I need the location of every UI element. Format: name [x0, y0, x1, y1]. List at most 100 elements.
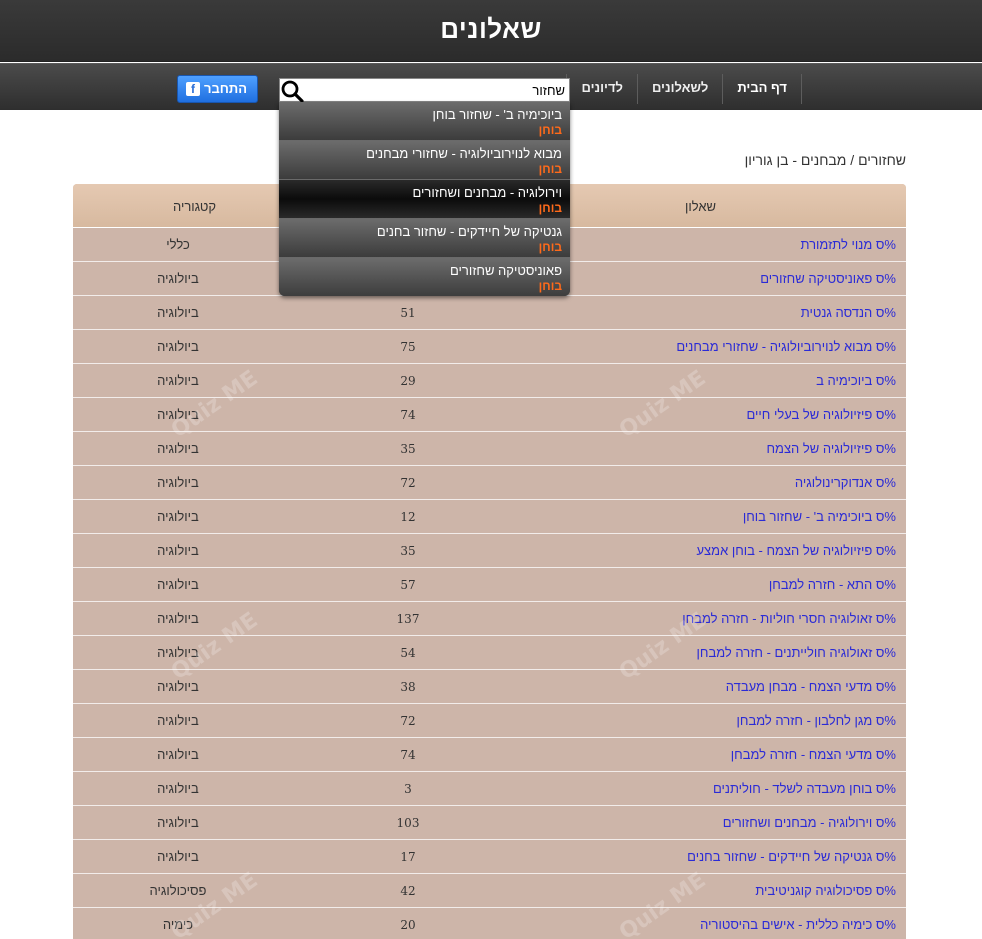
quiz-prefix: %ס: [875, 849, 896, 864]
quiz-title: ביוכימיה ב: [816, 373, 873, 388]
quiz-link[interactable]: %ס אנדוקרינולוגיה: [795, 475, 896, 490]
quiz-link[interactable]: %ס פיזיולוגיה של בעלי חיים: [746, 407, 896, 422]
site-title: שאלונים: [440, 14, 542, 44]
category: ביולוגיה: [157, 373, 199, 388]
quiz-prefix: %ס: [875, 815, 896, 830]
quiz-prefix: %ס: [875, 305, 896, 320]
nav-item-quizzes[interactable]: לשאלונים: [636, 74, 722, 104]
quiz-link[interactable]: %ס מבוא לנוירוביולוגיה - שחזורי מבחנים: [676, 339, 896, 354]
quiz-title: אנדוקרינולוגיה: [794, 475, 873, 490]
suggestion-title: ביוכימיה ב' - שחזור בוחן: [432, 107, 562, 122]
search-input[interactable]: [315, 81, 565, 99]
suggestion-title: מבוא לנוירוביולוגיה - שחזורי מבחנים: [366, 146, 562, 161]
quiz-prefix: %ס: [875, 407, 896, 422]
question-count: 57: [400, 578, 416, 592]
quiz-link[interactable]: %ס זאולוגיה חסרי חוליות - חזרה למבחן: [682, 611, 896, 626]
category: ביולוגיה: [157, 577, 199, 592]
question-count: 74: [400, 748, 416, 762]
table-row: %ס פיזיולוגיה של בעלי חיים 74 ביולוגיה: [73, 398, 906, 432]
table-row: %ס זאולוגיה חולייתנים - חזרה למבחן 54 ביול…: [73, 636, 906, 670]
quiz-link[interactable]: %ס פסיכולוגיה קוגניטיבית: [755, 883, 896, 898]
question-count: 51: [400, 306, 416, 320]
header-quiz: שאלון: [684, 199, 716, 214]
quiz-title: פאוניסטיקה שחזורים: [760, 271, 873, 286]
quiz-title: בוחן מעבדה לשלד - חוליתנים: [712, 781, 873, 796]
quiz-title: הנדסה גנטית: [800, 305, 873, 320]
category: ביולוגיה: [157, 339, 199, 354]
suggestion-type: בוחן: [538, 162, 562, 176]
category: כימיה: [162, 917, 194, 932]
category: ביולוגיה: [157, 305, 199, 320]
quiz-prefix: %ס: [875, 577, 896, 592]
quiz-link[interactable]: %ס התא - חזרה למבחן: [769, 577, 896, 592]
category: ביולוגיה: [157, 849, 199, 864]
quiz-link[interactable]: %ס מנוי לתזמורת: [801, 237, 896, 252]
quiz-link[interactable]: %ס פאוניסטיקה שחזורים: [760, 271, 896, 286]
category: ביולוגיה: [157, 781, 199, 796]
quiz-title: מדעי הצמח - מבחן מעבדה: [725, 679, 873, 694]
question-count: 72: [400, 714, 416, 728]
quiz-prefix: %ס: [875, 781, 896, 796]
header-category: קטגוריה: [173, 199, 217, 214]
quiz-link[interactable]: %ס הנדסה גנטית: [801, 305, 896, 320]
quiz-link[interactable]: %ס מגן לחלבון - חזרה למבחן: [737, 713, 896, 728]
quiz-link[interactable]: %ס וירולוגיה - מבחנים ושחזורים: [723, 815, 896, 830]
question-count: 20: [400, 918, 416, 932]
table-row: %ס גנטיקה של חיידקים - שחזור בחנים 17 ביול…: [73, 840, 906, 874]
table-row: %ס וירולוגיה - מבחנים ושחזורים 103 ביולוגי…: [73, 806, 906, 840]
question-count: 17: [400, 850, 416, 864]
quiz-link[interactable]: %ס פיזיולוגיה של הצמח - בוחן אמצע: [696, 543, 896, 558]
quiz-table: שאלון קטגוריה %ס מנוי לתזמורת כללי %ס פאונ…: [73, 184, 906, 939]
quiz-link[interactable]: %ס ביוכימיה ב' - שחזור בוחן: [743, 509, 896, 524]
question-count: 75: [400, 340, 416, 354]
table-row: %ס מגן לחלבון - חזרה למבחן 72 ביולוגיה: [73, 704, 906, 738]
category: כללי: [166, 237, 190, 252]
quiz-link[interactable]: %ס פיזיולוגיה של הצמח: [766, 441, 896, 456]
quiz-prefix: %ס: [875, 475, 896, 490]
category: ביולוגיה: [157, 475, 199, 490]
quiz-link[interactable]: %ס מדעי הצמח - חזרה למבחן: [731, 747, 896, 762]
quiz-title: כימיה כללית - אישים בהיסטוריה: [700, 917, 873, 932]
nav-item-home[interactable]: דף הבית: [722, 74, 802, 104]
quiz-link[interactable]: %ס מדעי הצמח - מבחן מעבדה: [726, 679, 896, 694]
quiz-link[interactable]: %ס כימיה כללית - אישים בהיסטוריה: [700, 917, 896, 932]
quiz-prefix: %ס: [875, 713, 896, 728]
table-row: %ס הנדסה גנטית 51 ביולוגיה: [73, 296, 906, 330]
suggestion-item[interactable]: פאוניסטיקה שחזורים בוחן: [279, 258, 570, 296]
quiz-prefix: %ס: [875, 645, 896, 660]
quiz-title: פסיכולוגיה קוגניטיבית: [755, 883, 873, 898]
suggestion-item[interactable]: גנטיקה של חיידקים - שחזור בחנים בוחן: [279, 219, 570, 258]
login-label: התחבר: [203, 81, 247, 96]
facebook-icon: f: [186, 82, 200, 96]
question-count: 35: [400, 544, 416, 558]
suggestion-item[interactable]: מבוא לנוירוביולוגיה - שחזורי מבחנים בוחן: [279, 141, 570, 180]
table-rows: %ס מנוי לתזמורת כללי %ס פאוניסטיקה שחזורים…: [73, 228, 906, 939]
nav-item-discussions[interactable]: לדיונים: [566, 74, 636, 104]
question-count: 72: [400, 476, 416, 490]
table-row: %ס פיזיולוגיה של הצמח 35 ביולוגיה: [73, 432, 906, 466]
question-count: 137: [396, 612, 420, 626]
search-icon[interactable]: [280, 79, 304, 103]
quiz-prefix: %ס: [875, 237, 896, 252]
quiz-link[interactable]: %ס גנטיקה של חיידקים - שחזור בחנים: [687, 849, 896, 864]
question-count: 29: [400, 374, 416, 388]
suggestion-item-highlighted[interactable]: וירולוגיה - מבחנים ושחזורים בוחן: [279, 180, 570, 219]
quiz-prefix: %ס: [875, 747, 896, 762]
quiz-link[interactable]: %ס בוחן מעבדה לשלד - חוליתנים: [713, 781, 896, 796]
suggestion-type: בוחן: [538, 123, 562, 137]
quiz-title: מגן לחלבון - חזרה למבחן: [736, 713, 873, 728]
quiz-title: ביוכימיה ב' - שחזור בוחן: [742, 509, 873, 524]
quiz-link[interactable]: %ס זאולוגיה חולייתנים - חזרה למבחן: [697, 645, 896, 660]
question-count: 38: [400, 680, 416, 694]
quiz-link[interactable]: %ס ביוכימיה ב: [816, 373, 896, 388]
table-row: %ס ביוכימיה ב 29 ביולוגיה: [73, 364, 906, 398]
suggestion-item[interactable]: ביוכימיה ב' - שחזור בוחן בוחן: [279, 102, 570, 141]
quiz-prefix: %ס: [875, 679, 896, 694]
quiz-title: וירולוגיה - מבחנים ושחזורים: [722, 815, 873, 830]
quiz-prefix: %ס: [875, 611, 896, 626]
suggestion-title: גנטיקה של חיידקים - שחזור בחנים: [376, 224, 562, 239]
table-row: %ס מדעי הצמח - מבחן מעבדה 38 ביולוגיה: [73, 670, 906, 704]
category: ביולוגיה: [157, 747, 199, 762]
quiz-title: פיזיולוגיה של בעלי חיים: [746, 407, 873, 422]
facebook-login-button[interactable]: התחבר f: [177, 75, 258, 103]
